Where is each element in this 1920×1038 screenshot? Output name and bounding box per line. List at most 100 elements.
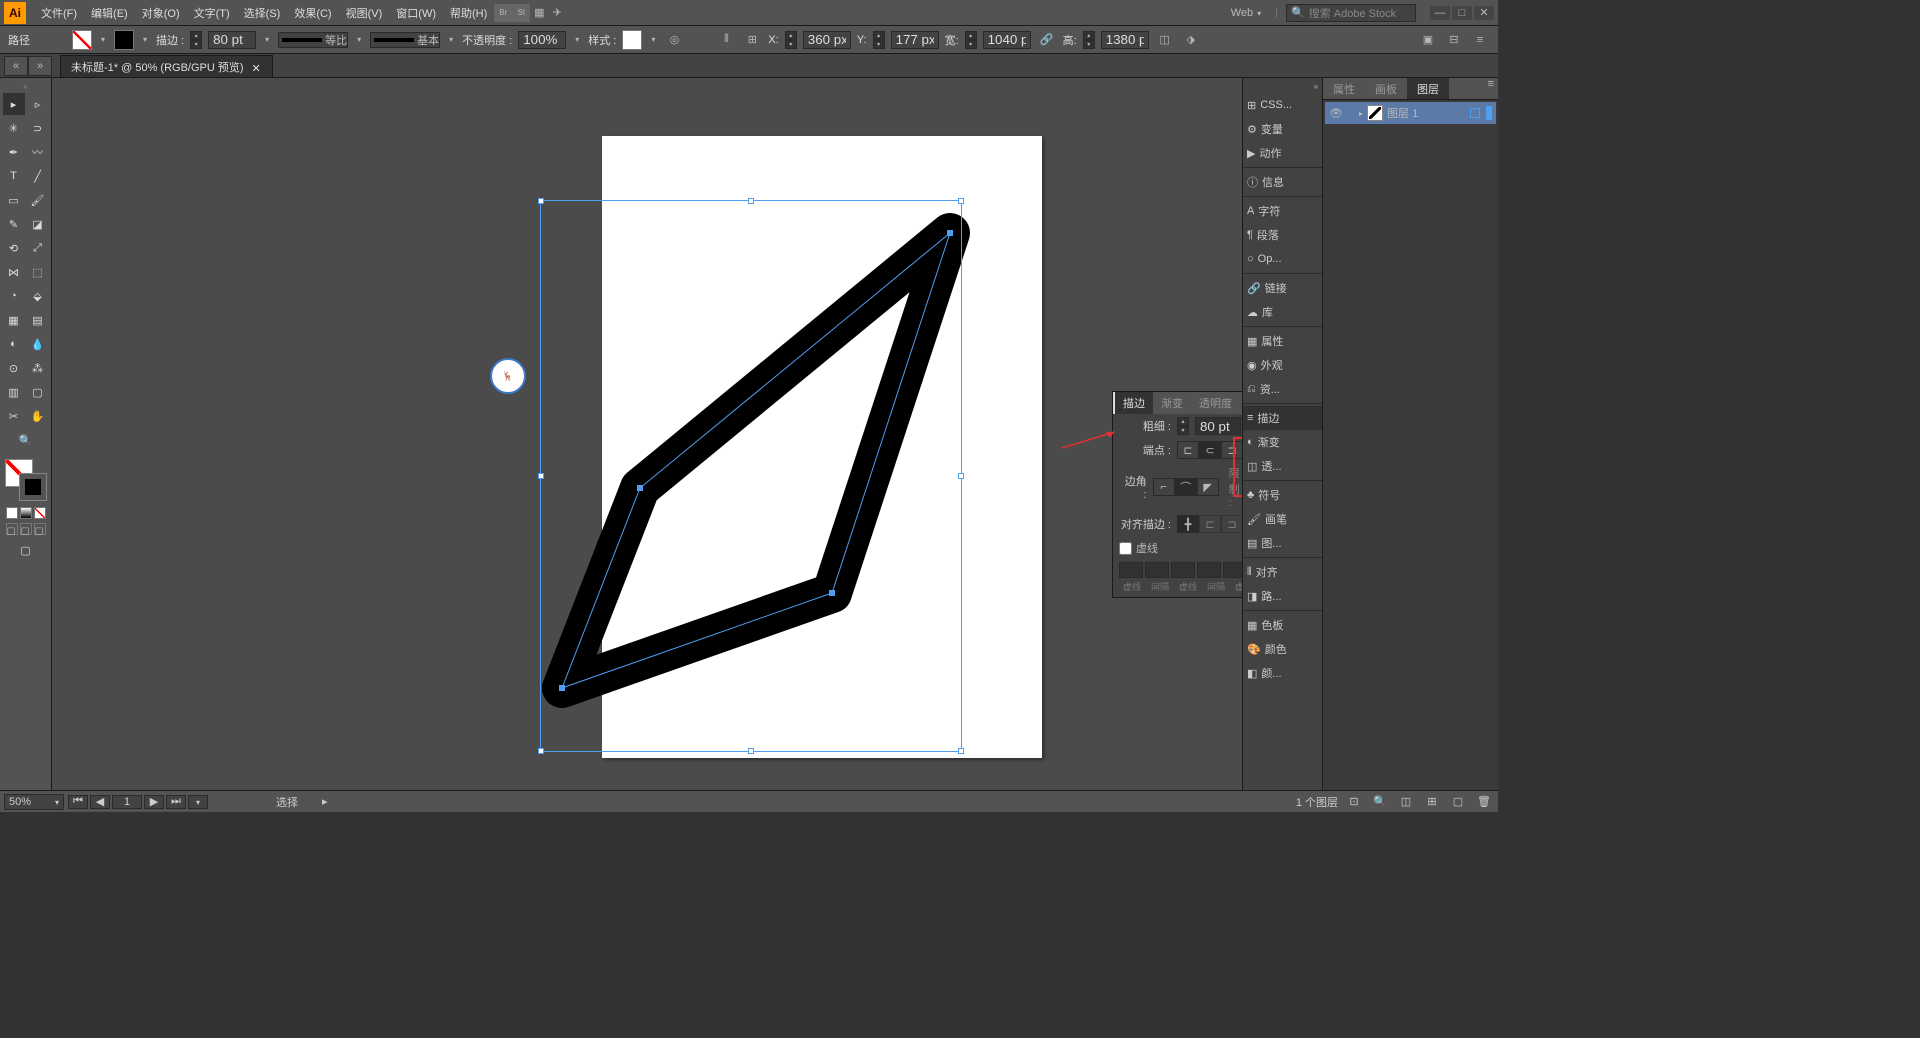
stroke-panel-tab-stroke[interactable]: 描边 <box>1113 392 1153 414</box>
rectangle-tool[interactable]: ▭ <box>3 189 25 211</box>
symbol-sprayer-tool[interactable]: ⁂ <box>27 357 49 379</box>
opacity-dd[interactable] <box>572 35 582 45</box>
w-stepper[interactable]: ▴▾ <box>965 31 977 49</box>
width-profile[interactable]: 等比 <box>278 32 348 48</box>
sp-weight-stepper[interactable]: ▴▾ <box>1177 417 1189 435</box>
dock-color[interactable]: 🎨 颜色 <box>1243 637 1322 661</box>
menu-window[interactable]: 窗口(W) <box>389 0 443 26</box>
menu-help[interactable]: 帮助(H) <box>443 0 494 26</box>
menu-select[interactable]: 选择(S) <box>237 0 288 26</box>
canvas[interactable]: 🦌 描边 渐变 透明度 » | ≡ 粗细 : ▴▾ 端点 : <box>52 78 1242 790</box>
panel-tab-layers[interactable]: 图层 <box>1407 78 1449 99</box>
layer-row[interactable]: 👁 图层 1 <box>1325 102 1496 124</box>
dock-info[interactable]: ⓘ 信息 <box>1243 170 1322 194</box>
recolor-icon[interactable]: ◎ <box>664 30 684 50</box>
sp-weight-input[interactable] <box>1195 417 1241 435</box>
layer-target[interactable] <box>1470 108 1480 118</box>
bbox-handle-r[interactable] <box>958 473 964 479</box>
stroke-dropdown[interactable] <box>140 35 150 45</box>
panel-tab-artboards[interactable]: 画板 <box>1365 78 1407 99</box>
dock-swatch[interactable]: ▦ 色板 <box>1243 613 1322 637</box>
direct-selection-tool[interactable]: ▹ <box>27 93 49 115</box>
line-tool[interactable]: ╱ <box>27 165 49 187</box>
selection-tool[interactable]: ▸ <box>3 93 25 115</box>
gradient-mode[interactable] <box>20 507 32 519</box>
lasso-tool[interactable]: ⊃ <box>27 117 49 139</box>
transform-icon[interactable]: ⊞ <box>742 30 762 50</box>
join-miter[interactable]: ⌐ <box>1153 478 1175 496</box>
panel-menu[interactable]: ≡ <box>1484 78 1498 99</box>
type-tool[interactable]: T <box>3 165 25 187</box>
document-tab[interactable]: 未标题-1* @ 50% (RGB/GPU 预览) ✕ <box>60 55 273 77</box>
new-layer-icon[interactable]: ▢ <box>1448 792 1468 812</box>
x-stepper[interactable]: ▴▾ <box>785 31 797 49</box>
dock-css[interactable]: ⊞ CSS... <box>1243 93 1322 117</box>
stroke-panel-tab-gradient[interactable]: 渐变 <box>1153 392 1191 414</box>
dash-2[interactable] <box>1171 562 1195 578</box>
align-outside[interactable]: ⊐ <box>1221 515 1242 533</box>
draw-inside[interactable]: ◻ <box>34 523 46 535</box>
curvature-tool[interactable]: 〰 <box>27 141 49 163</box>
zoom-level[interactable]: 50% <box>4 794 64 810</box>
column-graph-tool[interactable]: ▥ <box>3 381 25 403</box>
paintbrush-tool[interactable]: 🖌 <box>27 189 49 211</box>
free-transform-tool[interactable]: ⬚ <box>27 261 49 283</box>
fill-stroke-control[interactable] <box>5 459 47 501</box>
make-clip-icon[interactable]: ◫ <box>1396 792 1416 812</box>
bbox-handle-tl[interactable] <box>538 198 544 204</box>
stock-icon[interactable]: St <box>512 4 530 22</box>
shape-props-icon[interactable]: ◫ <box>1155 30 1175 50</box>
h-stepper[interactable]: ▴▾ <box>1083 31 1095 49</box>
screen-mode[interactable]: ▢ <box>15 539 37 561</box>
menu-effect[interactable]: 效果(C) <box>287 0 338 26</box>
perspective-tool[interactable]: ▦ <box>3 309 25 331</box>
dock-align[interactable]: ⫴ 对齐 <box>1243 560 1322 584</box>
nav-last[interactable]: ⏭ <box>166 795 186 809</box>
dashed-checkbox[interactable]: 虚线 <box>1119 540 1158 556</box>
bbox-handle-bl[interactable] <box>538 748 544 754</box>
join-round[interactable]: ⌒ <box>1175 478 1197 496</box>
workspace-switcher[interactable]: Web <box>1225 5 1267 21</box>
join-bevel[interactable]: ◤ <box>1197 478 1219 496</box>
menu-type[interactable]: 文字(T) <box>187 0 237 26</box>
dock-graph[interactable]: ▤ 图... <box>1243 531 1322 555</box>
dock-brush[interactable]: 🖌 画笔 <box>1243 507 1322 531</box>
nav-next[interactable]: ▶ <box>144 795 164 809</box>
align-inside[interactable]: ⊏ <box>1199 515 1221 533</box>
toolbox-collapse[interactable]: « <box>2 82 49 91</box>
stroke-panel-tab-transparency[interactable]: 透明度 <box>1191 392 1240 414</box>
none-mode[interactable] <box>34 507 46 519</box>
fill-swatch[interactable] <box>72 30 92 50</box>
fill-dropdown[interactable] <box>98 35 108 45</box>
dock-stroke[interactable]: ≡ 描边 <box>1243 406 1322 430</box>
gap-2[interactable] <box>1197 562 1221 578</box>
nav-dd[interactable] <box>188 795 208 809</box>
shaper-tool[interactable]: ✎ <box>3 213 25 235</box>
magic-wand-tool[interactable]: ✳ <box>3 117 25 139</box>
menu-file[interactable]: 文件(F) <box>34 0 84 26</box>
arrange-docs-icon[interactable]: ▦ <box>530 4 548 22</box>
rotate-tool[interactable]: ⟲ <box>3 237 25 259</box>
search-stock[interactable]: 🔍 搜索 Adobe Stock <box>1286 4 1416 22</box>
brush-dd[interactable] <box>446 35 456 45</box>
dock-actions[interactable]: ▶ 动作 <box>1243 141 1322 165</box>
status-expand[interactable]: ▸ <box>322 795 328 808</box>
visibility-toggle[interactable]: 👁 <box>1329 106 1343 120</box>
zoom-tool[interactable]: 🔍 <box>15 429 37 451</box>
tab-close-icon[interactable]: ✕ <box>252 62 262 72</box>
hand-tool[interactable]: ✋ <box>27 405 49 427</box>
stroke-color[interactable] <box>19 473 47 501</box>
page-number[interactable]: 1 <box>112 795 142 809</box>
nav-prev[interactable]: ◀ <box>90 795 110 809</box>
dock-grad[interactable]: ◐ 渐变 <box>1243 430 1322 454</box>
gap-1[interactable] <box>1145 562 1169 578</box>
menu-view[interactable]: 视图(V) <box>339 0 390 26</box>
w-input[interactable] <box>983 31 1031 49</box>
menu-object[interactable]: 对象(O) <box>135 0 187 26</box>
eyedropper-tool[interactable]: 💧 <box>27 333 49 355</box>
scale-tool[interactable]: ⤢ <box>27 237 49 259</box>
stroke-swatch[interactable] <box>114 30 134 50</box>
align-icon[interactable]: ⫴ <box>716 30 736 50</box>
bbox-handle-tr[interactable] <box>958 198 964 204</box>
eraser-tool[interactable]: ◪ <box>27 213 49 235</box>
